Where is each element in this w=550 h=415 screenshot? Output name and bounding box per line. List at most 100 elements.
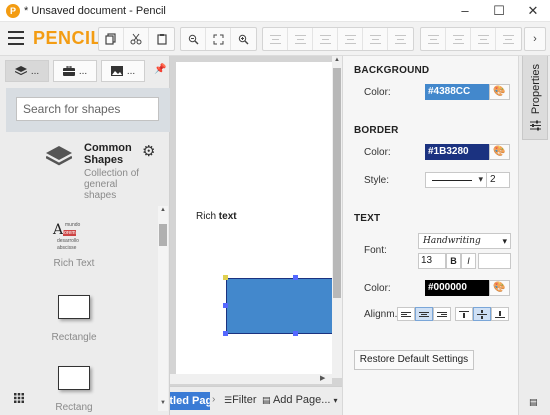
font-family-select[interactable]: Handwriting ▾ <box>418 233 511 249</box>
add-page-button[interactable]: ▤ Add Page... ▾ <box>262 394 338 406</box>
same-width-icon[interactable] <box>471 28 496 50</box>
palette-icon[interactable]: 🎨 <box>489 144 510 160</box>
canvas-rich-text[interactable]: Rich text <box>196 211 237 222</box>
page-bar: Untitled Page › ☰Filter ▤ Add Page... ▾ <box>170 386 342 415</box>
resize-handle[interactable] <box>293 275 298 280</box>
canvas-scrollbar-thumb[interactable] <box>333 68 341 298</box>
align-bottom-icon[interactable] <box>388 28 413 50</box>
grid-view-icon[interactable] <box>14 392 24 406</box>
font-size-input[interactable]: 13 <box>418 253 446 269</box>
fit-icon[interactable] <box>206 28 231 50</box>
page-next-icon[interactable]: › <box>212 394 215 405</box>
border-section-title: BORDER <box>354 125 399 136</box>
border-color-label: Color: <box>364 147 391 158</box>
border-width-input[interactable]: 2 <box>486 172 510 188</box>
tab-clipart[interactable]: ... <box>101 60 145 82</box>
menu-icon[interactable] <box>8 31 24 45</box>
copy-icon[interactable] <box>99 28 124 50</box>
shape-rectangle-2[interactable]: Rectang <box>34 366 114 413</box>
tab-private-label: ... <box>78 65 88 77</box>
paste-icon[interactable] <box>149 28 174 50</box>
align-top-icon[interactable] <box>338 28 363 50</box>
text-align-left-button[interactable] <box>397 307 415 321</box>
font-label: Font: <box>364 245 387 256</box>
chevron-down-icon: ▾ <box>502 236 507 246</box>
resize-handle[interactable] <box>223 275 228 280</box>
collapse-panel-icon[interactable]: ▤ <box>529 397 538 408</box>
text-color-label: Color: <box>364 283 391 294</box>
tab-clipart-label: ... <box>126 65 136 77</box>
resize-handle[interactable] <box>293 331 298 336</box>
tab-shapes[interactable]: ... <box>5 60 49 82</box>
restore-defaults-button[interactable]: Restore Default Settings <box>354 350 474 370</box>
text-align-center-button[interactable] <box>415 307 433 321</box>
font-extra-field[interactable] <box>478 253 511 269</box>
window-title: * Unsaved document - Pencil <box>24 5 166 17</box>
properties-panel: BACKGROUND Color: #4388CC 🎨 BORDER Color… <box>342 56 518 415</box>
bold-button[interactable]: B <box>446 253 461 269</box>
toolbar-overflow-icon[interactable]: › <box>524 27 546 51</box>
title-bar: P * Unsaved document - Pencil – ☐ ✕ <box>0 0 550 22</box>
minimize-button[interactable]: – <box>448 0 482 22</box>
align-center-icon[interactable] <box>288 28 313 50</box>
palette-icon[interactable]: 🎨 <box>489 280 510 296</box>
cut-icon[interactable] <box>124 28 149 50</box>
canvas-vertical-scrollbar[interactable]: ▲ <box>332 56 342 378</box>
shapes-scrollbar[interactable]: ▲ ▼ <box>158 206 168 411</box>
tab-properties[interactable]: Properties <box>522 56 548 140</box>
background-color-label: Color: <box>364 87 391 98</box>
shapes-scrollbar-thumb[interactable] <box>159 224 167 246</box>
sliders-icon <box>530 120 541 134</box>
valign-middle-button[interactable] <box>473 307 491 321</box>
properties-tab-label: Properties <box>530 64 542 115</box>
close-button[interactable]: ✕ <box>516 0 550 22</box>
collection-description: Collection of general shapes <box>84 168 140 201</box>
drawing-canvas[interactable]: Rich text ▲ ▶ <box>170 56 342 386</box>
border-color-swatch[interactable]: #1B3280 <box>425 144 489 160</box>
text-section-title: TEXT <box>354 213 381 224</box>
resize-handle[interactable] <box>223 303 228 308</box>
shape-rectangle[interactable]: Rectangle <box>34 295 114 343</box>
valign-top-button[interactable] <box>455 307 473 321</box>
chevron-down-icon: ▾ <box>333 396 338 405</box>
border-style-label: Style: <box>364 175 390 186</box>
distribute-v-icon[interactable] <box>446 28 471 50</box>
resize-handle[interactable] <box>223 331 228 336</box>
shape-search-bar <box>6 88 170 132</box>
side-tab-strip: Properties ▤ <box>518 56 550 415</box>
text-color-swatch[interactable]: #000000 <box>425 280 489 296</box>
canvas-page[interactable]: Rich text <box>176 62 336 376</box>
valign-bottom-button[interactable] <box>491 307 509 321</box>
background-color-swatch[interactable]: #4388CC <box>425 84 489 100</box>
distribute-h-icon[interactable] <box>421 28 446 50</box>
align-middle-icon[interactable] <box>363 28 388 50</box>
rich-text-preview: A mundo lorem desarrollo abscisse <box>53 222 81 251</box>
border-style-select[interactable]: ▾ <box>425 172 487 188</box>
shape-search-input[interactable] <box>16 97 159 121</box>
rich-text-glyph: A <box>53 222 64 238</box>
zoom-in-icon[interactable] <box>231 28 256 50</box>
rectangle-preview <box>58 366 90 390</box>
maximize-button[interactable]: ☐ <box>482 0 516 22</box>
selected-rectangle[interactable] <box>226 278 336 334</box>
image-icon <box>110 66 123 76</box>
align-left-icon[interactable] <box>263 28 288 50</box>
canvas-horizontal-scrollbar[interactable]: ▶ <box>170 374 332 384</box>
toolbox-icon <box>62 66 75 76</box>
text-align-right-button[interactable] <box>433 307 451 321</box>
page-tab[interactable]: Untitled Page <box>170 392 210 410</box>
main-toolbar: PENCIL › <box>0 22 550 56</box>
shape-label: Rectangle <box>51 332 97 343</box>
gear-icon[interactable]: ⚙ <box>142 142 155 160</box>
filter-button[interactable]: ☰Filter <box>224 394 257 406</box>
shape-label: Rich Text <box>53 258 95 269</box>
same-height-icon[interactable] <box>496 28 521 50</box>
palette-icon[interactable]: 🎨 <box>489 84 510 100</box>
pin-icon[interactable]: 📌 <box>154 64 166 75</box>
zoom-out-icon[interactable] <box>181 28 206 50</box>
tab-private-collection[interactable]: ... <box>53 60 97 82</box>
italic-button[interactable]: I <box>461 253 476 269</box>
align-right-icon[interactable] <box>313 28 338 50</box>
shape-rich-text[interactable]: A mundo lorem desarrollo abscisse Rich T… <box>34 222 114 269</box>
shape-label: Rectang <box>55 402 93 413</box>
